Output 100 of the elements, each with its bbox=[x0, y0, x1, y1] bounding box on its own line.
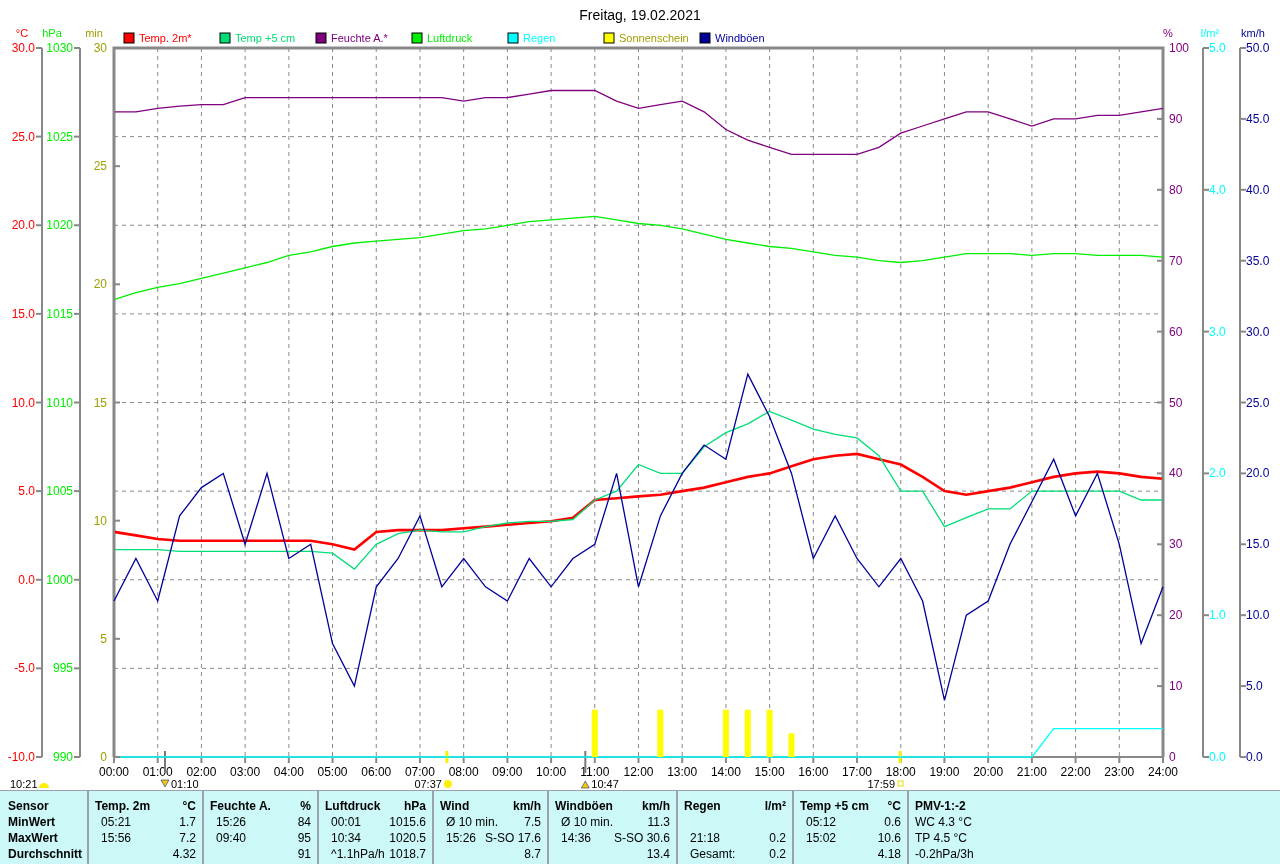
time-label: 04:00 bbox=[273, 765, 304, 779]
table-cell: TP 4.5 °C bbox=[915, 830, 967, 846]
axis-label: 20.0 bbox=[1246, 466, 1270, 481]
axis-unit: l/m² bbox=[1200, 27, 1220, 39]
table-cell: 1020.5 bbox=[389, 830, 426, 846]
table-cell-text: 09:40 bbox=[215, 830, 247, 846]
legend-label: Luftdruck bbox=[427, 32, 473, 44]
axis-label: 5.0 bbox=[1246, 679, 1263, 694]
axis-label: 2.0 bbox=[1209, 466, 1226, 481]
time-label: 16:00 bbox=[798, 765, 829, 779]
axis-unit: °C bbox=[15, 27, 29, 39]
unit-label: °C bbox=[182, 798, 196, 814]
axis-label: 25.0 bbox=[1246, 395, 1270, 410]
column-header: Wind bbox=[440, 798, 470, 814]
time-label: 07:00 bbox=[404, 765, 435, 779]
table-cell: 4.32 bbox=[172, 846, 196, 862]
axis-label: 50.0 bbox=[1246, 41, 1270, 55]
time-label: 00:00 bbox=[99, 765, 129, 779]
time-label: 09:00 bbox=[492, 765, 523, 779]
axis-label: 1010 bbox=[46, 395, 73, 410]
event-time: 17:59 bbox=[867, 778, 895, 790]
time-label: 03:00 bbox=[230, 765, 261, 779]
table-cell: 0.2 bbox=[769, 830, 786, 846]
time-label: 23:00 bbox=[1104, 765, 1135, 779]
axis-label: 15.0 bbox=[11, 306, 35, 321]
time-label: 22:00 bbox=[1060, 765, 1091, 779]
axis-label: 1030 bbox=[46, 41, 73, 55]
unit-label: °C bbox=[887, 798, 901, 814]
axis-label: 30 bbox=[1169, 537, 1183, 552]
column-header: Temp +5 cm bbox=[800, 798, 869, 814]
table-cell: 8.7 bbox=[524, 846, 541, 862]
legend-label: Regen bbox=[523, 32, 556, 44]
axis-unit: km/h bbox=[1241, 27, 1265, 39]
time-label: 17:00 bbox=[842, 765, 873, 779]
table-cell-text: 15:26 bbox=[445, 830, 477, 846]
table-cell: 0.2 bbox=[769, 846, 786, 862]
time-label: 08:00 bbox=[448, 765, 479, 779]
column-header: Temp. 2m bbox=[95, 798, 151, 814]
table-cell: -0.2hPa/3h bbox=[915, 846, 974, 862]
table-cell-text: 10:34 bbox=[330, 830, 362, 846]
time-label: 05:00 bbox=[317, 765, 348, 779]
unit-label: l/m² bbox=[764, 798, 786, 814]
table-cell-text: Gesamt: bbox=[689, 846, 736, 862]
axis-label: 1015 bbox=[46, 306, 73, 321]
table-cell: 1.7 bbox=[179, 814, 196, 830]
row-label: MaxWert bbox=[8, 830, 58, 846]
axis-label: 10.0 bbox=[1246, 608, 1270, 623]
axis-label: 5.0 bbox=[18, 484, 35, 499]
time-label: 06:00 bbox=[361, 765, 392, 779]
table-cell: 7.2 bbox=[179, 830, 196, 846]
axis-label: 20 bbox=[93, 277, 107, 292]
legend-label: Temp. 2m* bbox=[139, 32, 192, 44]
axis-label: 1005 bbox=[46, 484, 73, 499]
axis-label: 20.0 bbox=[11, 218, 35, 233]
axis-label: 3.0 bbox=[1209, 324, 1226, 339]
axis-label: 0 bbox=[1169, 750, 1176, 764]
table-cell: S-SO 17.6 bbox=[484, 830, 541, 846]
table-cell: 10.6 bbox=[877, 830, 901, 846]
axis-label: 1.0 bbox=[1209, 608, 1226, 623]
table-cell: 84 bbox=[297, 814, 311, 830]
time-label: 20:00 bbox=[973, 765, 1004, 779]
time-label: 02:00 bbox=[186, 765, 217, 779]
time-label: 10:00 bbox=[536, 765, 567, 779]
table-cell-text: 21:18 bbox=[689, 830, 721, 846]
axis-label: 990 bbox=[52, 750, 73, 764]
time-label: 15:00 bbox=[754, 765, 785, 779]
legend-label: Temp +5 cm bbox=[235, 32, 296, 44]
table-cell: 91 bbox=[297, 846, 311, 862]
table-cell-text: 05:21 bbox=[100, 814, 132, 830]
day-length: 10:21 bbox=[10, 778, 38, 790]
table-cell: 1018.7 bbox=[389, 846, 426, 862]
legend-label: Feuchte A.* bbox=[331, 32, 388, 44]
axis-label: 10 bbox=[93, 513, 107, 528]
axis-label: 1000 bbox=[46, 572, 73, 587]
axis-unit: min bbox=[85, 27, 103, 39]
table-cell: 1015.6 bbox=[389, 814, 426, 830]
axis-label: 40.0 bbox=[1246, 182, 1270, 197]
event-time: 07:37 bbox=[414, 778, 442, 790]
axis-unit: hPa bbox=[42, 27, 62, 39]
unit-label: hPa bbox=[404, 798, 426, 814]
legend-label: Sonnenschein bbox=[619, 32, 689, 44]
time-label: 24:00 bbox=[1148, 765, 1178, 779]
unit-label: km/h bbox=[642, 798, 670, 814]
column-header: Regen bbox=[684, 798, 721, 814]
axis-label: 50 bbox=[1169, 395, 1183, 410]
row-label: Durchschnitt bbox=[8, 846, 82, 862]
chart-title: Freitag, 19.02.2021 bbox=[579, 7, 701, 23]
axis-label: 995 bbox=[52, 661, 73, 676]
unit-label: % bbox=[300, 798, 311, 814]
table-cell-text: 00:01 bbox=[330, 814, 362, 830]
axis-label: 30.0 bbox=[1246, 324, 1270, 339]
axis-label: 25.0 bbox=[11, 129, 35, 144]
event-time: 01:10 bbox=[171, 778, 199, 790]
table-cell-text: Ø 10 min. bbox=[445, 814, 499, 830]
time-label: 21:00 bbox=[1016, 765, 1047, 779]
axis-label: 5 bbox=[100, 631, 107, 646]
column-header: Windböen bbox=[555, 798, 613, 814]
table-cell: 0.6 bbox=[884, 814, 901, 830]
time-label: 11:00 bbox=[580, 765, 610, 779]
unit-label: km/h bbox=[513, 798, 541, 814]
